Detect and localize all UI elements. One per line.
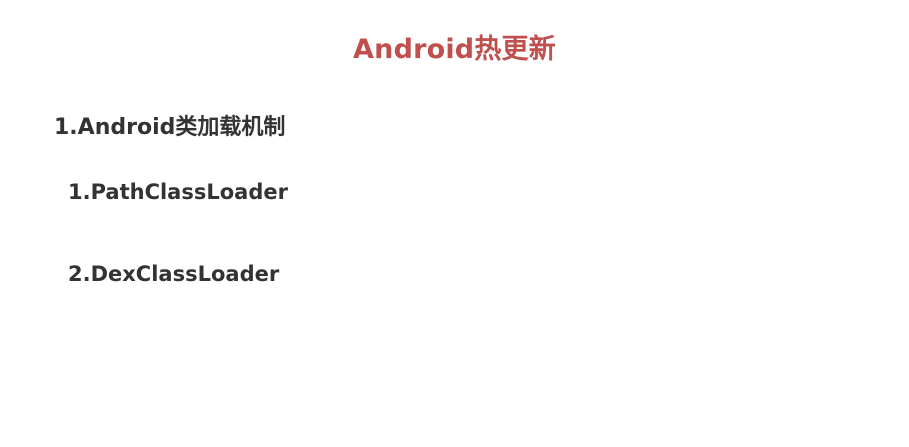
list-item-dex-class-loader: 2.DexClassLoader (68, 262, 280, 286)
presentation-slide: Android热更新 1.Android类加载机制 1.PathClassLoa… (0, 0, 909, 447)
list-item-path-class-loader: 1.PathClassLoader (68, 180, 288, 204)
slide-title: Android热更新 (353, 34, 556, 65)
section-heading: 1.Android类加载机制 (54, 115, 286, 140)
